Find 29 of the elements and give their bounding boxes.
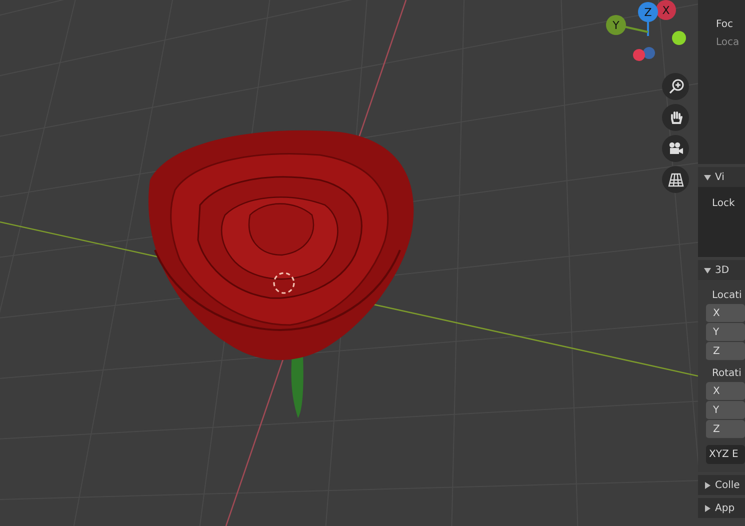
panel-title: Colle bbox=[715, 480, 740, 490]
3d-cursor-icon bbox=[273, 272, 295, 294]
zoom-icon bbox=[668, 78, 684, 94]
pan-button[interactable] bbox=[662, 104, 689, 131]
number-field[interactable]: X bbox=[706, 304, 745, 323]
axis-label[interactable]: X bbox=[656, 0, 676, 20]
field-label: Loca bbox=[715, 36, 740, 50]
number-field[interactable]: X bbox=[706, 382, 745, 401]
grid-button[interactable] bbox=[662, 166, 689, 193]
camera-icon bbox=[667, 140, 684, 156]
axis-label[interactable]: Y bbox=[606, 15, 626, 35]
zoom-button[interactable] bbox=[662, 73, 689, 100]
panel-title: 3D bbox=[715, 264, 730, 276]
panel-header[interactable]: Vi bbox=[698, 167, 745, 187]
number-field[interactable]: Z bbox=[706, 420, 745, 439]
number-field[interactable]: Z bbox=[706, 342, 745, 361]
field-label: Locati bbox=[711, 289, 743, 303]
grid-icon bbox=[668, 172, 684, 188]
number-field[interactable]: Y bbox=[706, 323, 745, 342]
field-label: Lock bbox=[711, 197, 736, 211]
field-label: Foc bbox=[715, 18, 734, 32]
axis-label[interactable]: Z bbox=[638, 2, 658, 22]
panel-title: App bbox=[715, 502, 735, 514]
field-label: Rotati bbox=[711, 367, 742, 381]
panel-header[interactable]: 3D bbox=[698, 260, 745, 280]
number-field[interactable]: Y bbox=[706, 401, 745, 420]
dropdown[interactable]: XYZ E bbox=[706, 445, 745, 464]
panel-title: Vi bbox=[715, 172, 724, 182]
camera-button[interactable] bbox=[662, 135, 689, 162]
